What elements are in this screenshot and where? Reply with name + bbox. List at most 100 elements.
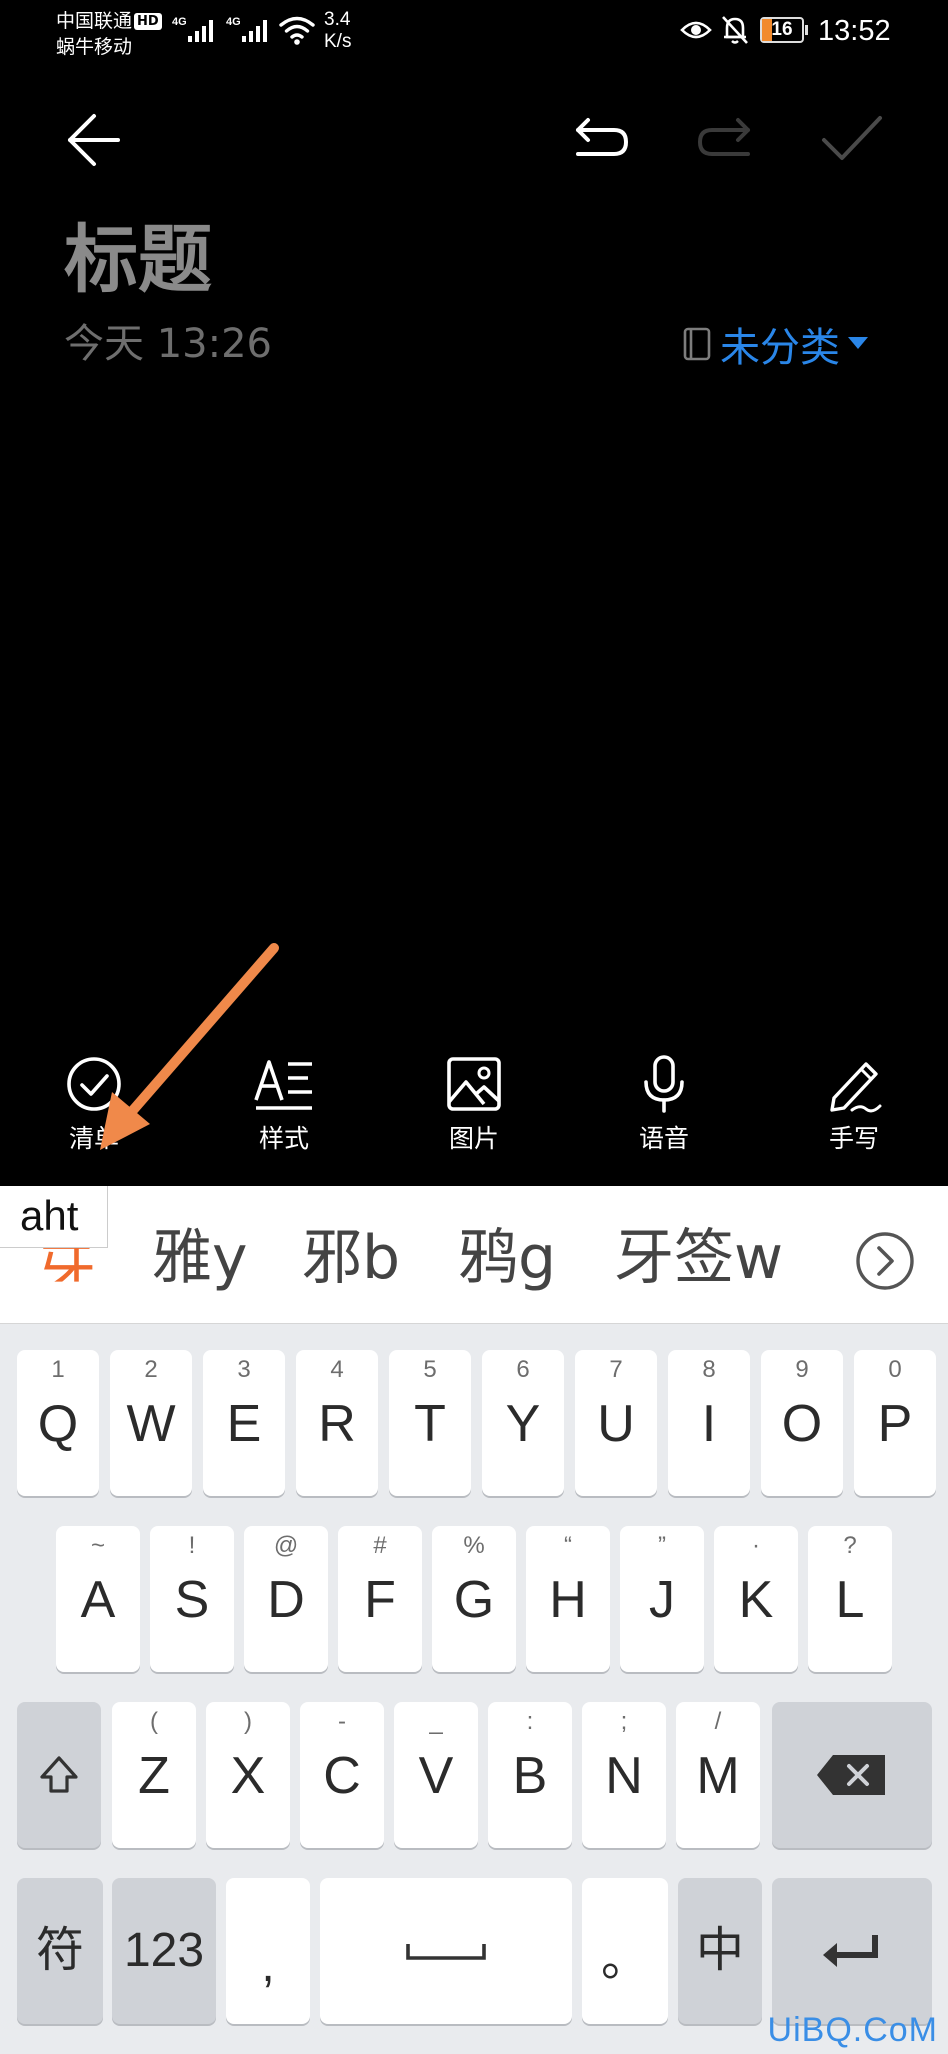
- note-date: 今天 13:26: [64, 321, 272, 367]
- key-secondary: ”: [658, 1532, 666, 1559]
- key-m[interactable]: / M: [676, 1702, 760, 1848]
- key-c[interactable]: -C: [300, 1702, 384, 1848]
- image-button[interactable]: 图片: [414, 1054, 534, 1164]
- language-switch-key[interactable]: 中: [678, 1878, 762, 2024]
- key-secondary: :: [526, 1708, 534, 1735]
- key-label: B: [512, 1747, 548, 1805]
- key-label: F: [364, 1571, 396, 1629]
- voice-button[interactable]: 语音: [604, 1054, 724, 1164]
- carrier-info: 中国联通 HD 蜗牛移动: [56, 8, 162, 60]
- status-clock: 13:52: [818, 15, 891, 47]
- numbers-key[interactable]: 123: [112, 1878, 216, 2024]
- key-secondary: 4: [330, 1356, 344, 1383]
- chevron-right-circle-icon: [856, 1232, 914, 1290]
- text-style-button[interactable]: 样式: [224, 1054, 344, 1164]
- key-g[interactable]: % G: [432, 1526, 516, 1672]
- period-key[interactable]: 。: [582, 1878, 668, 2024]
- key-secondary: 6: [516, 1356, 530, 1383]
- note-title-input[interactable]: 标题: [64, 218, 212, 302]
- key-h[interactable]: “H: [526, 1526, 610, 1672]
- candidate-item[interactable]: 牙签w: [614, 1218, 783, 1298]
- handwriting-label: 手写: [828, 1124, 879, 1153]
- pen-icon: [830, 1062, 882, 1113]
- space-icon: [406, 1944, 486, 1960]
- key-secondary: 9: [795, 1356, 809, 1383]
- key-label: P: [877, 1395, 913, 1453]
- key-x[interactable]: ) X: [206, 1702, 290, 1848]
- key-secondary: ?: [843, 1532, 857, 1559]
- image-icon: [447, 1057, 501, 1111]
- key-label: Q: [37, 1395, 79, 1453]
- expand-candidates-button[interactable]: [854, 1230, 916, 1292]
- key-label: M: [696, 1747, 740, 1805]
- key-s[interactable]: ! S: [150, 1526, 234, 1672]
- key-label: H: [549, 1571, 587, 1629]
- checklist-button[interactable]: 清单: [34, 1054, 154, 1164]
- confirm-button[interactable]: [820, 112, 884, 164]
- speed-value: 3.4: [324, 9, 351, 30]
- key-t[interactable]: 5T: [389, 1350, 471, 1496]
- category-selector[interactable]: 未分类: [682, 318, 868, 371]
- key-label: O: [781, 1395, 823, 1453]
- key-secondary: 7: [609, 1356, 623, 1383]
- key-l[interactable]: ? L: [808, 1526, 892, 1672]
- comma-key[interactable]: ,: [226, 1878, 310, 2024]
- key-label: L: [835, 1571, 865, 1629]
- checklist-label: 清单: [68, 1124, 119, 1153]
- key-v[interactable]: _ V: [394, 1702, 478, 1848]
- status-bar: 中国联通 HD 蜗牛移动 4G 4G 3.4 K/s 16 13:52: [0, 0, 948, 70]
- undo-button[interactable]: [570, 116, 630, 164]
- enter-key[interactable]: [772, 1878, 932, 2024]
- candidate-item[interactable]: 雅y: [152, 1218, 248, 1298]
- candidate-item[interactable]: 邪b: [302, 1218, 400, 1298]
- redo-button[interactable]: [696, 116, 756, 164]
- key-secondary: 2: [144, 1356, 158, 1383]
- key-e[interactable]: 3E: [203, 1350, 285, 1496]
- key-k[interactable]: · K: [714, 1526, 798, 1672]
- key-o[interactable]: 9O: [761, 1350, 843, 1496]
- key-secondary: _: [429, 1708, 443, 1735]
- keyboard: 1Q 2W 3E 4R 5T 6Y 7U 8I 9O 0P ~ A ! S @ D #…: [0, 1324, 948, 2054]
- carrier-primary: 中国联通: [56, 10, 133, 32]
- key-label: C: [323, 1747, 361, 1805]
- key-w[interactable]: 2W: [110, 1350, 192, 1496]
- carrier-secondary: 蜗牛移动: [56, 36, 133, 58]
- key-q[interactable]: 1Q: [17, 1350, 99, 1496]
- key-label: Z: [138, 1747, 170, 1805]
- handwriting-button[interactable]: 手写: [794, 1054, 914, 1164]
- key-secondary: #: [373, 1532, 387, 1559]
- key-p[interactable]: 0P: [854, 1350, 936, 1496]
- redo-icon: [697, 118, 750, 156]
- signal-bars-icon: [242, 20, 267, 42]
- image-label: 图片: [448, 1124, 499, 1153]
- key-label: D: [267, 1571, 305, 1629]
- key-z[interactable]: (Z: [112, 1702, 196, 1848]
- backspace-key[interactable]: [772, 1702, 932, 1848]
- symbols-key[interactable]: 符: [17, 1878, 103, 2024]
- candidate-item[interactable]: 鸦g: [458, 1218, 556, 1298]
- voice-label: 语音: [638, 1124, 689, 1153]
- shift-key[interactable]: [17, 1702, 101, 1848]
- key-label: V: [418, 1747, 454, 1805]
- key-u[interactable]: 7U: [575, 1350, 657, 1496]
- network-speed: 3.4 K/s: [324, 9, 351, 53]
- hd-badge: HD: [134, 13, 162, 30]
- key-d[interactable]: @ D: [244, 1526, 328, 1672]
- space-key[interactable]: [320, 1878, 572, 2024]
- key-y[interactable]: 6Y: [482, 1350, 564, 1496]
- key-label: E: [226, 1395, 262, 1453]
- key-secondary: 3: [237, 1356, 251, 1383]
- key-secondary: (: [150, 1708, 158, 1735]
- key-label: ,: [261, 1938, 275, 1992]
- key-j[interactable]: ” J: [620, 1526, 704, 1672]
- key-r[interactable]: 4R: [296, 1350, 378, 1496]
- category-label: 未分类: [720, 325, 840, 371]
- key-a[interactable]: ~ A: [56, 1526, 140, 1672]
- key-f[interactable]: # F: [338, 1526, 422, 1672]
- key-i[interactable]: 8I: [668, 1350, 750, 1496]
- key-n[interactable]: ; N: [582, 1702, 666, 1848]
- back-button[interactable]: [64, 110, 124, 170]
- key-b[interactable]: :B: [488, 1702, 572, 1848]
- key-label: 符: [35, 1924, 84, 1977]
- bell-muted-icon: [722, 16, 748, 44]
